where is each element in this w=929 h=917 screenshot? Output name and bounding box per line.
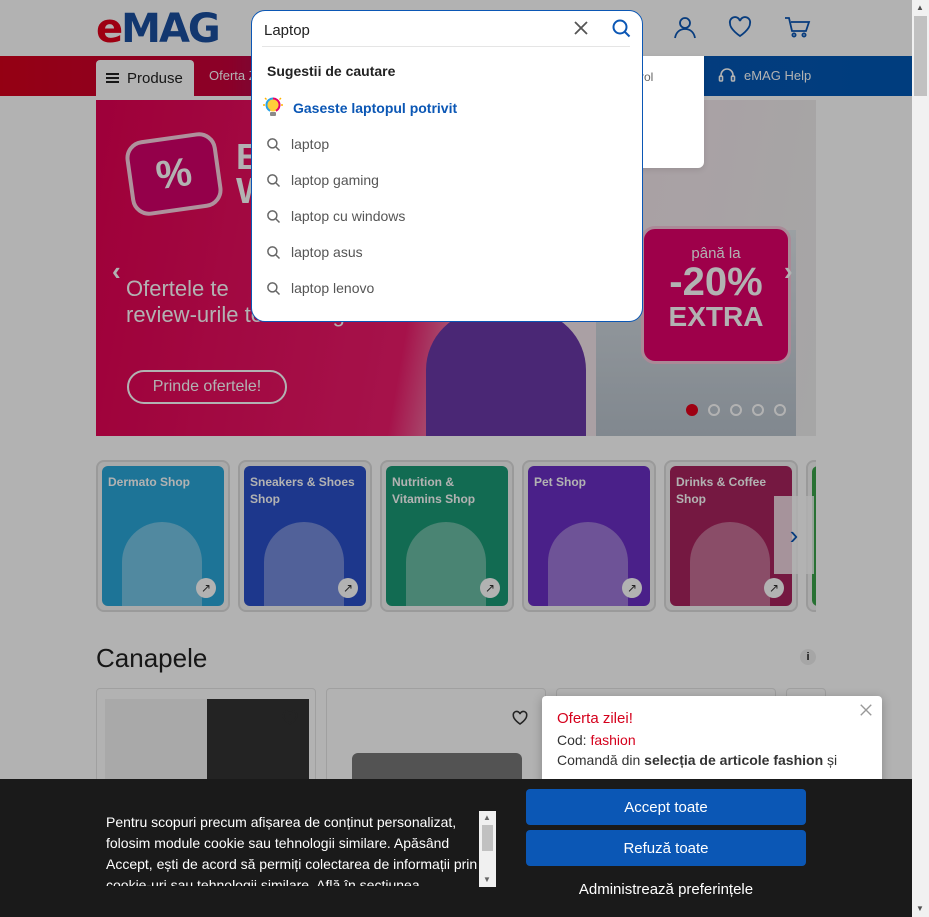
lightbulb-icon (263, 97, 283, 116)
scroll-down-icon[interactable]: ▼ (483, 875, 491, 884)
featured-suggestion[interactable]: Gaseste laptopul potrivit (262, 95, 457, 121)
accept-all-button[interactable]: Accept toate (526, 789, 806, 825)
offer-code: Cod: fashion (557, 732, 636, 748)
search-icon (266, 281, 281, 296)
search-icon (266, 137, 281, 152)
close-icon[interactable] (858, 702, 874, 718)
search-icon (266, 245, 281, 260)
featured-suggestion-label: Gaseste laptopul potrivit (293, 100, 458, 116)
offer-title: Oferta zilei! (557, 710, 633, 727)
divider (262, 46, 630, 47)
suggestions-title: Sugestii de cautare (267, 63, 396, 79)
search-dropdown: Sugestii de cautare Gaseste laptopul pot… (251, 10, 643, 322)
scroll-down-icon[interactable]: ▼ (916, 904, 924, 913)
suggestion-item[interactable]: laptop asus (266, 240, 363, 264)
scroll-thumb[interactable] (482, 825, 493, 851)
scroll-up-icon[interactable]: ▲ (483, 813, 491, 822)
cookie-text-scrollbar[interactable]: ▲ ▼ (479, 811, 496, 887)
scroll-up-icon[interactable]: ▲ (916, 3, 924, 12)
refuse-all-button[interactable]: Refuză toate (526, 830, 806, 866)
page-scrollbar[interactable]: ▲ ▼ (912, 0, 929, 917)
cookie-banner: Pentru scopuri precum afișarea de conțin… (0, 779, 912, 917)
manage-preferences-link[interactable]: Administrează preferințele (526, 878, 806, 900)
cookie-text: Pentru scopuri precum afișarea de conțin… (106, 814, 478, 886)
suggestion-item[interactable]: laptop (266, 132, 329, 156)
suggestion-label: laptop asus (291, 244, 363, 260)
suggestion-label: laptop gaming (291, 172, 379, 188)
suggestion-label: laptop lenovo (291, 280, 375, 296)
search-input[interactable] (264, 19, 564, 41)
close-icon[interactable] (570, 17, 592, 39)
search-icon (266, 209, 281, 224)
suggestion-item[interactable]: laptop cu windows (266, 204, 405, 228)
scroll-thumb[interactable] (914, 16, 927, 96)
offer-description: Comandă din selecția de articole fashion… (557, 752, 838, 768)
search-icon (266, 173, 281, 188)
search-icon[interactable] (610, 17, 632, 39)
suggestion-label: laptop (291, 136, 330, 152)
suggestion-item[interactable]: laptop lenovo (266, 276, 374, 300)
search-bar (252, 11, 642, 47)
suggestion-item[interactable]: laptop gaming (266, 168, 379, 192)
suggestion-label: laptop cu windows (291, 208, 406, 224)
